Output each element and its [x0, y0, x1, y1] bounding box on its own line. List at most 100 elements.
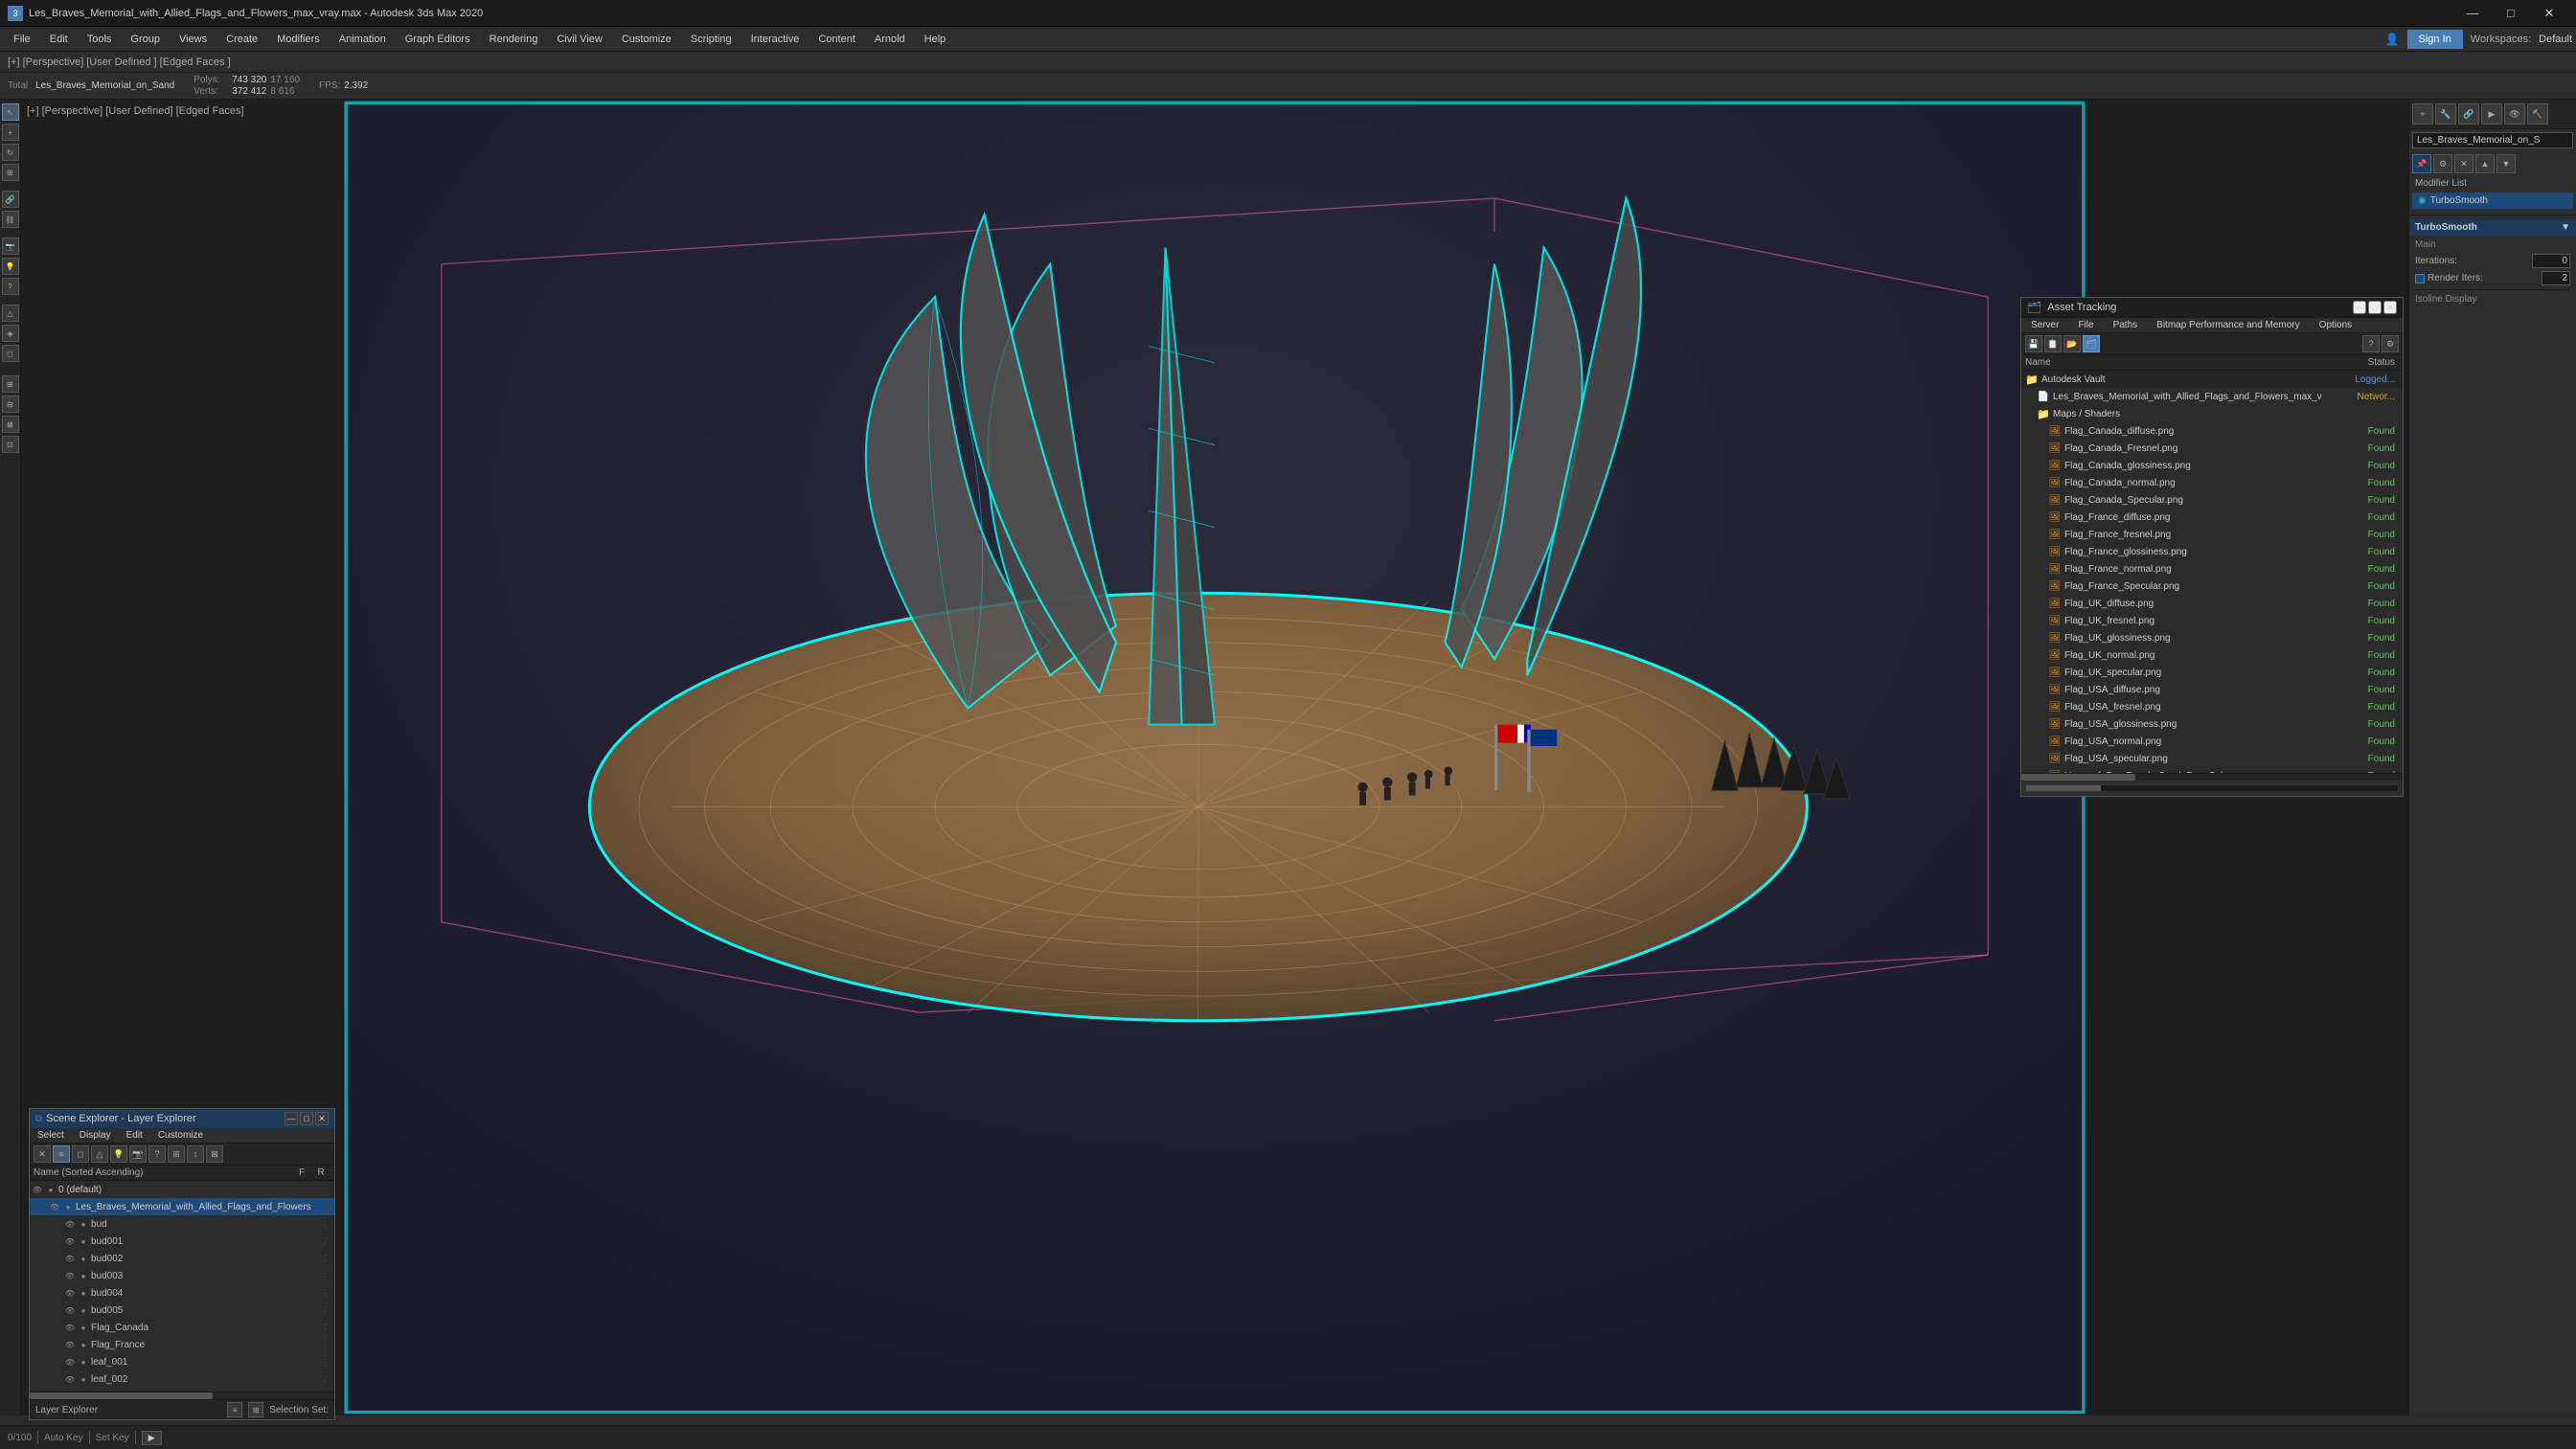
se-tool-camera[interactable]: 📷: [129, 1145, 147, 1163]
move-up-modifier-btn[interactable]: ▲: [2475, 154, 2495, 173]
at-item-flag-usa-fresnel[interactable]: 🖼 Flag_USA_fresnel.png Found: [2021, 698, 2403, 715]
pin-modifier-btn[interactable]: 📌: [2412, 154, 2431, 173]
menu-views[interactable]: Views: [170, 29, 217, 50]
se-tool-sort[interactable]: ↕: [187, 1145, 204, 1163]
tool-link[interactable]: 🔗: [2, 191, 19, 208]
at-item-flag-uk-specular[interactable]: 🖼 Flag_UK_specular.png Found: [2021, 664, 2403, 681]
render-iters-input[interactable]: [2542, 271, 2570, 285]
se-tool-helper[interactable]: ?: [148, 1145, 166, 1163]
at-menu-bitmap[interactable]: Bitmap Performance and Memory: [2147, 318, 2310, 332]
se-item-bud004[interactable]: 👁 ● bud004 ⋮: [30, 1284, 334, 1302]
tool-unlink[interactable]: ⛓: [2, 211, 19, 228]
se-menu-select[interactable]: Select: [30, 1128, 72, 1143]
menu-tools[interactable]: Tools: [78, 29, 122, 50]
se-item-bud005[interactable]: 👁 ● bud005 ⋮: [30, 1302, 334, 1319]
tool-light[interactable]: 💡: [2, 258, 19, 275]
at-tool-help[interactable]: ?: [2362, 335, 2380, 352]
menu-graph-editors[interactable]: Graph Editors: [396, 29, 480, 50]
se-item-leaf001[interactable]: 👁 ● leaf_001 ⋮: [30, 1353, 334, 1370]
at-item-flag-uk-gloss[interactable]: 🖼 Flag_UK_glossiness.png Found: [2021, 629, 2403, 646]
at-item-flag-canada-fresnel[interactable]: 🖼 Flag_Canada_Fresnel.png Found: [2021, 440, 2403, 457]
modify-icon[interactable]: 🔧: [2435, 103, 2456, 125]
at-item-mainfile[interactable]: 📄 Les_Braves_Memorial_with_Allied_Flags_…: [2021, 388, 2403, 405]
hierarchy-icon[interactable]: 🔗: [2458, 103, 2479, 125]
at-item-flag-france-fresnel[interactable]: 🖼 Flag_France_fresnel.png Found: [2021, 526, 2403, 543]
se-item-bud002[interactable]: 👁 ● bud002 ⋮: [30, 1250, 334, 1267]
se-item-bud[interactable]: 👁 ● bud ⋮: [30, 1215, 334, 1233]
at-item-flag-uk-diffuse[interactable]: 🖼 Flag_UK_diffuse.png Found: [2021, 595, 2403, 612]
se-item-lesbrave[interactable]: 👁 ● Les_Braves_Memorial_with_Allied_Flag…: [30, 1198, 334, 1215]
minimize-button[interactable]: —: [2453, 0, 2492, 27]
at-item-flag-canada-diffuse[interactable]: 🖼 Flag_Canada_diffuse.png Found: [2021, 422, 2403, 440]
menu-help[interactable]: Help: [915, 29, 956, 50]
se-select-set-btn[interactable]: ⊞: [248, 1402, 263, 1417]
se-tool-geo[interactable]: ◻: [72, 1145, 89, 1163]
se-close-button[interactable]: ✕: [315, 1112, 329, 1125]
at-item-flag-france-diffuse[interactable]: 🖼 Flag_France_diffuse.png Found: [2021, 509, 2403, 526]
menu-group[interactable]: Group: [121, 29, 170, 50]
at-menu-server[interactable]: Server: [2021, 318, 2068, 332]
at-item-flag-usa-diffuse[interactable]: 🖼 Flag_USA_diffuse.png Found: [2021, 681, 2403, 698]
asset-tracking-content[interactable]: 📁 Autodesk Vault Logged... 📄 Les_Braves_…: [2021, 371, 2403, 773]
at-maximize-button[interactable]: □: [2368, 301, 2382, 314]
menu-civil-view[interactable]: Civil View: [547, 29, 611, 50]
se-tool-shape[interactable]: △: [91, 1145, 108, 1163]
at-menu-file[interactable]: File: [2068, 318, 2103, 332]
bb-play-button[interactable]: ▶: [142, 1431, 162, 1445]
scene-explorer-content[interactable]: 👁 ● 0 (default) 👁 ● Les_Braves_Memorial_…: [30, 1181, 334, 1392]
at-item-maps-folder[interactable]: 📁 Maps / Shaders: [2021, 405, 2403, 422]
se-menu-display[interactable]: Display: [72, 1128, 119, 1143]
se-tool-x[interactable]: ✕: [34, 1145, 51, 1163]
at-menu-paths[interactable]: Paths: [2104, 318, 2148, 332]
tool-compound[interactable]: ◈: [2, 325, 19, 342]
utilities-icon[interactable]: 🔨: [2527, 103, 2548, 125]
at-item-flag-canada-normal[interactable]: 🖼 Flag_Canada_normal.png Found: [2021, 474, 2403, 491]
at-item-vault[interactable]: 📁 Autodesk Vault Logged...: [2021, 371, 2403, 388]
asset-tracking-scrollbar[interactable]: [2021, 773, 2403, 781]
se-item-leaf002[interactable]: 👁 ● leaf_002 ⋮: [30, 1370, 334, 1388]
menu-customize[interactable]: Customize: [612, 29, 681, 50]
at-scrollbar-thumb[interactable]: [2021, 774, 2135, 781]
turbosomooth-header[interactable]: TurboSmooth ▼: [2409, 219, 2576, 236]
tool-camera[interactable]: 📷: [2, 238, 19, 255]
asset-tracking-bottom-scroll[interactable]: [2025, 784, 2399, 792]
at-item-flag-uk-normal[interactable]: 🖼 Flag_UK_normal.png Found: [2021, 646, 2403, 664]
menu-content[interactable]: Content: [809, 29, 865, 50]
object-name-field[interactable]: Les_Braves_Memorial_on_S: [2412, 132, 2573, 148]
se-tool-light[interactable]: 💡: [110, 1145, 127, 1163]
tool-scale[interactable]: ⊞: [2, 164, 19, 181]
tool-mirror[interactable]: ⊟: [2, 396, 19, 413]
at-close-button[interactable]: ✕: [2383, 301, 2397, 314]
close-button[interactable]: ✕: [2530, 0, 2568, 27]
tool-rotate[interactable]: ↻: [2, 144, 19, 161]
se-restore-button[interactable]: □: [300, 1112, 313, 1125]
at-item-flag-france-gloss[interactable]: 🖼 Flag_France_glossiness.png Found: [2021, 543, 2403, 560]
se-tool-space[interactable]: ⊞: [168, 1145, 185, 1163]
menu-interactive[interactable]: Interactive: [741, 29, 809, 50]
move-down-modifier-btn[interactable]: ▼: [2496, 154, 2516, 173]
at-item-heap-base[interactable]: 🖼 Heap_of_Dry_Beach_Sand_BaseColor.png F…: [2021, 767, 2403, 773]
sign-in-button[interactable]: Sign In: [2407, 30, 2463, 49]
at-item-flag-france-normal[interactable]: 🖼 Flag_France_normal.png Found: [2021, 560, 2403, 577]
menu-edit[interactable]: Edit: [40, 29, 78, 50]
at-tool-4[interactable]: 🗂: [2083, 335, 2100, 352]
at-tool-settings[interactable]: ⚙: [2382, 335, 2399, 352]
menu-create[interactable]: Create: [217, 29, 267, 50]
menu-animation[interactable]: Animation: [330, 29, 396, 50]
at-item-flag-france-specular[interactable]: 🖼 Flag_France_Specular.png Found: [2021, 577, 2403, 595]
at-tool-3[interactable]: 📂: [2063, 335, 2081, 352]
scene-explorer-scrollbar[interactable]: [30, 1392, 334, 1399]
tool-move[interactable]: +: [2, 124, 19, 141]
tool-shapes[interactable]: △: [2, 305, 19, 322]
at-tool-2[interactable]: 📋: [2044, 335, 2062, 352]
se-menu-customize[interactable]: Customize: [150, 1128, 211, 1143]
menu-arnold[interactable]: Arnold: [865, 29, 915, 50]
se-layer-btn[interactable]: ≡: [227, 1402, 242, 1417]
create-icon[interactable]: +: [2412, 103, 2433, 125]
se-minimize-button[interactable]: —: [285, 1112, 298, 1125]
at-item-flag-usa-gloss[interactable]: 🖼 Flag_USA_glossiness.png Found: [2021, 715, 2403, 733]
se-item-bud001[interactable]: 👁 ● bud001 ⋮: [30, 1233, 334, 1250]
display-icon[interactable]: 👁: [2504, 103, 2525, 125]
tool-spacing[interactable]: ⊡: [2, 436, 19, 453]
tool-select[interactable]: ↖: [2, 103, 19, 121]
